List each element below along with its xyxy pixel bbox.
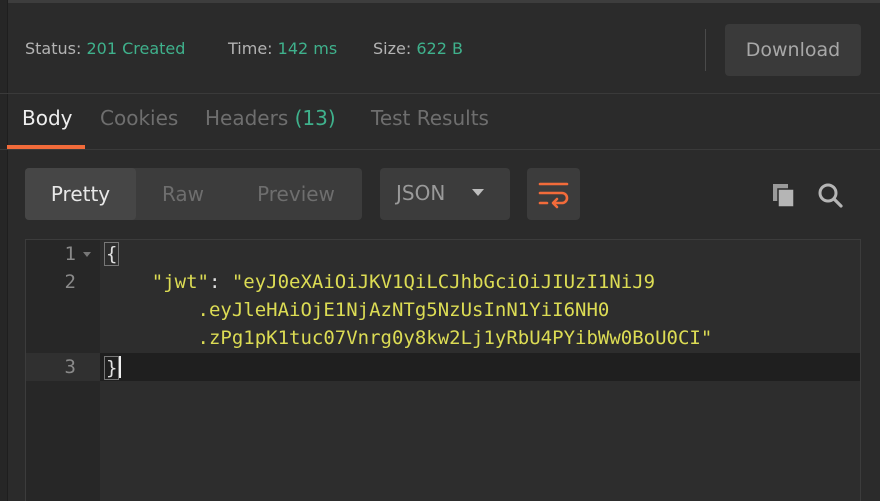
copy-icon[interactable] <box>770 181 798 209</box>
status-info: Status: 201 Created <box>25 39 185 58</box>
tab-headers[interactable]: Headers (13) <box>205 106 336 130</box>
code-line-1: { <box>104 242 120 266</box>
tab-test-results[interactable]: Test Results <box>371 106 489 130</box>
json-value-part: .zPg1pK1tuc07Vnrg0y8kw2Lj1yRbU4PYibWw0Bo… <box>197 327 713 349</box>
fold-arrow-icon[interactable] <box>83 252 91 257</box>
wrap-lines-icon <box>538 182 569 209</box>
tab-headers-label: Headers <box>205 106 289 130</box>
response-tabs: Body Cookies Headers (13) Test Results <box>7 94 880 150</box>
line-number: 1 <box>64 243 76 265</box>
time-label: Time: <box>228 39 273 58</box>
response-status-bar: Status: 201 Created Time: 142 ms Size: 6… <box>7 3 880 93</box>
divider <box>705 29 706 71</box>
code-line-3: } <box>104 356 122 380</box>
close-brace: } <box>104 356 120 380</box>
wrap-lines-button[interactable] <box>527 168 580 220</box>
code-line-2-wrap: .zPg1pK1tuc07Vnrg0y8kw2Lj1yRbU4PYibWw0Bo… <box>106 327 713 349</box>
code-line-2: "jwt": "eyJ0eXAiOiJKV1QiLCJhbGciOiJIUzI1… <box>106 271 655 293</box>
time-value[interactable]: 142 ms <box>278 39 338 58</box>
text-cursor <box>119 356 122 378</box>
response-body-editor[interactable]: 1 2 3 { "jwt": "eyJ0eXAiOiJKV1QiLCJhbGci… <box>25 239 861 501</box>
size-label: Size: <box>373 39 412 58</box>
tab-body[interactable]: Body <box>22 106 73 130</box>
view-mode-raw[interactable]: Raw <box>142 168 224 220</box>
json-value-part: "eyJ0eXAiOiJKV1QiLCJhbGciOiJIUzI1NiJ9 <box>231 271 656 293</box>
size-value[interactable]: 622 B <box>416 39 463 58</box>
active-line-highlight <box>100 353 860 381</box>
tab-cookies[interactable]: Cookies <box>100 106 178 130</box>
divider <box>0 149 880 150</box>
open-brace: { <box>104 242 120 266</box>
search-icon[interactable] <box>816 181 844 209</box>
download-button[interactable]: Download <box>725 24 861 76</box>
format-select[interactable]: JSON <box>380 168 510 220</box>
view-mode-preview[interactable]: Preview <box>237 168 355 220</box>
view-mode-switch: Pretty Raw Preview <box>25 168 362 220</box>
json-colon: : <box>208 271 232 293</box>
line-number: 2 <box>64 271 76 293</box>
size-info: Size: 622 B <box>373 39 463 58</box>
format-select-value: JSON <box>396 181 446 205</box>
line-number: 3 <box>64 356 76 378</box>
status-label: Status: <box>25 39 82 58</box>
json-value-part: .eyJleHAiOjE1NjAzNTg5NzUsInN1YiI6NH0 <box>197 299 610 321</box>
status-value[interactable]: 201 Created <box>86 39 185 58</box>
code-line-2-wrap: .eyJleHAiOjE1NjAzNTg5NzUsInN1YiI6NH0 <box>106 299 610 321</box>
headers-count-badge: (13) <box>294 106 336 130</box>
time-info: Time: 142 ms <box>228 39 337 58</box>
json-key: "jwt" <box>151 271 209 293</box>
caret-down-icon <box>472 189 484 196</box>
view-mode-pretty[interactable]: Pretty <box>25 168 136 220</box>
